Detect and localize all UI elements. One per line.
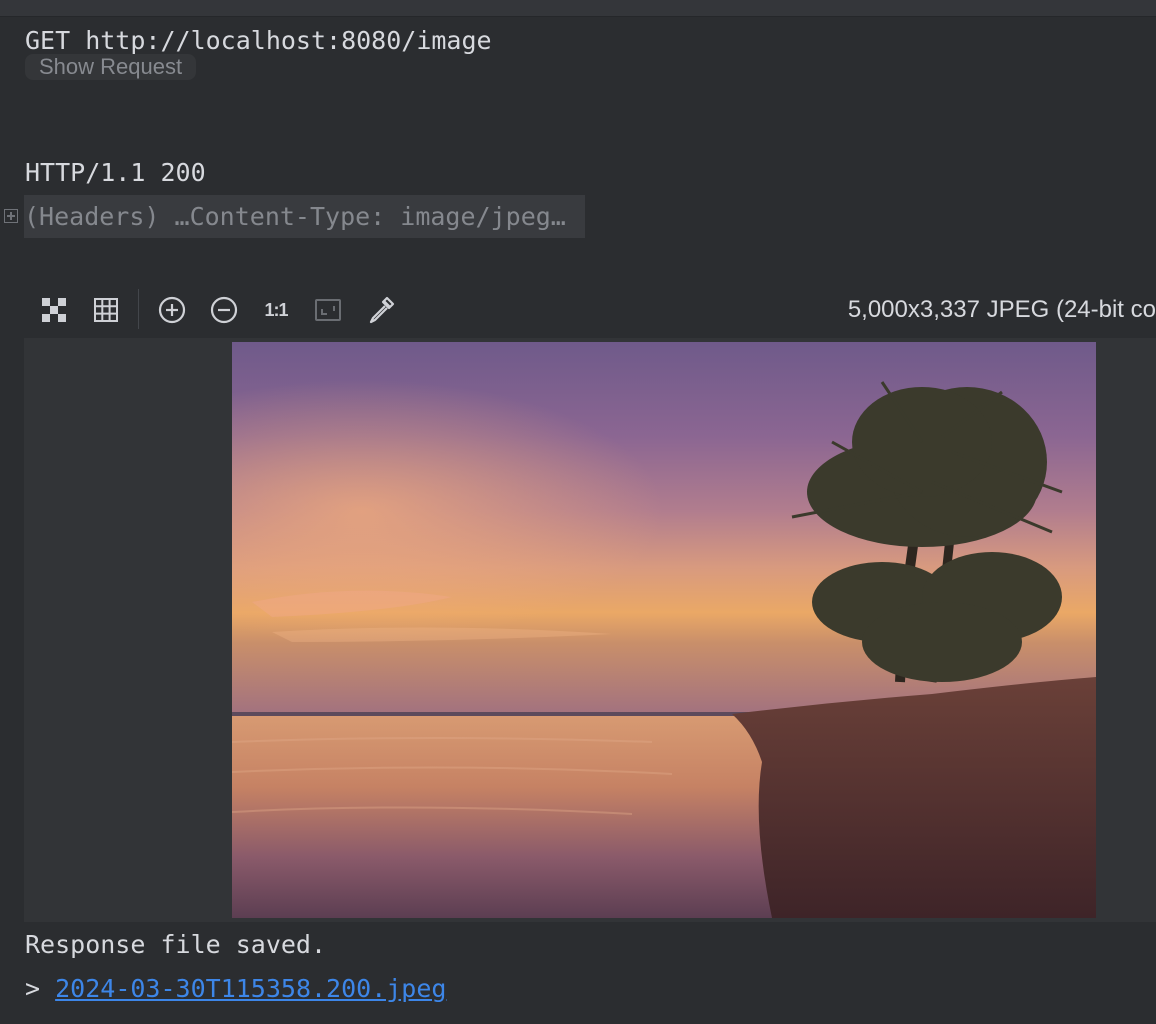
collapsed-headers[interactable]: (Headers) …Content-Type: image/jpeg…	[24, 195, 585, 238]
saved-file-line: > 2024-03-30T115358.200.jpeg	[25, 972, 446, 1006]
request-line: GET http://localhost:8080/image	[25, 26, 492, 55]
actual-size-label: 1:1	[264, 300, 288, 320]
http-response-console: GET http://localhost:8080/image Show Req…	[0, 17, 1156, 1024]
grid-icon[interactable]	[91, 295, 121, 325]
image-info-label: 5,000x3,337 JPEG (24-bit co	[847, 296, 1156, 323]
response-image[interactable]	[232, 342, 1096, 918]
response-status-line: HTTP/1.1 200	[25, 158, 206, 187]
toolbar-separator	[138, 289, 139, 329]
expand-headers-icon[interactable]	[4, 209, 18, 223]
chessboard-icon[interactable]	[39, 295, 69, 325]
zoom-in-icon[interactable]	[157, 295, 187, 325]
prompt-symbol: >	[25, 974, 41, 1003]
color-picker-icon[interactable]	[366, 295, 396, 325]
fit-zoom-icon[interactable]	[313, 295, 343, 325]
zoom-out-icon[interactable]	[209, 295, 239, 325]
actual-size-icon[interactable]: 1:1	[261, 295, 291, 325]
response-saved-message: Response file saved.	[25, 930, 327, 959]
image-canvas	[24, 338, 1156, 922]
show-request-button[interactable]: Show Request	[25, 54, 197, 80]
top-tab-strip	[0, 0, 1156, 17]
image-viewer-toolbar: 1:1 5,000x3,337 JPEG (24-bit co	[24, 283, 1156, 338]
saved-file-link[interactable]: 2024-03-30T115358.200.jpeg	[55, 974, 446, 1003]
